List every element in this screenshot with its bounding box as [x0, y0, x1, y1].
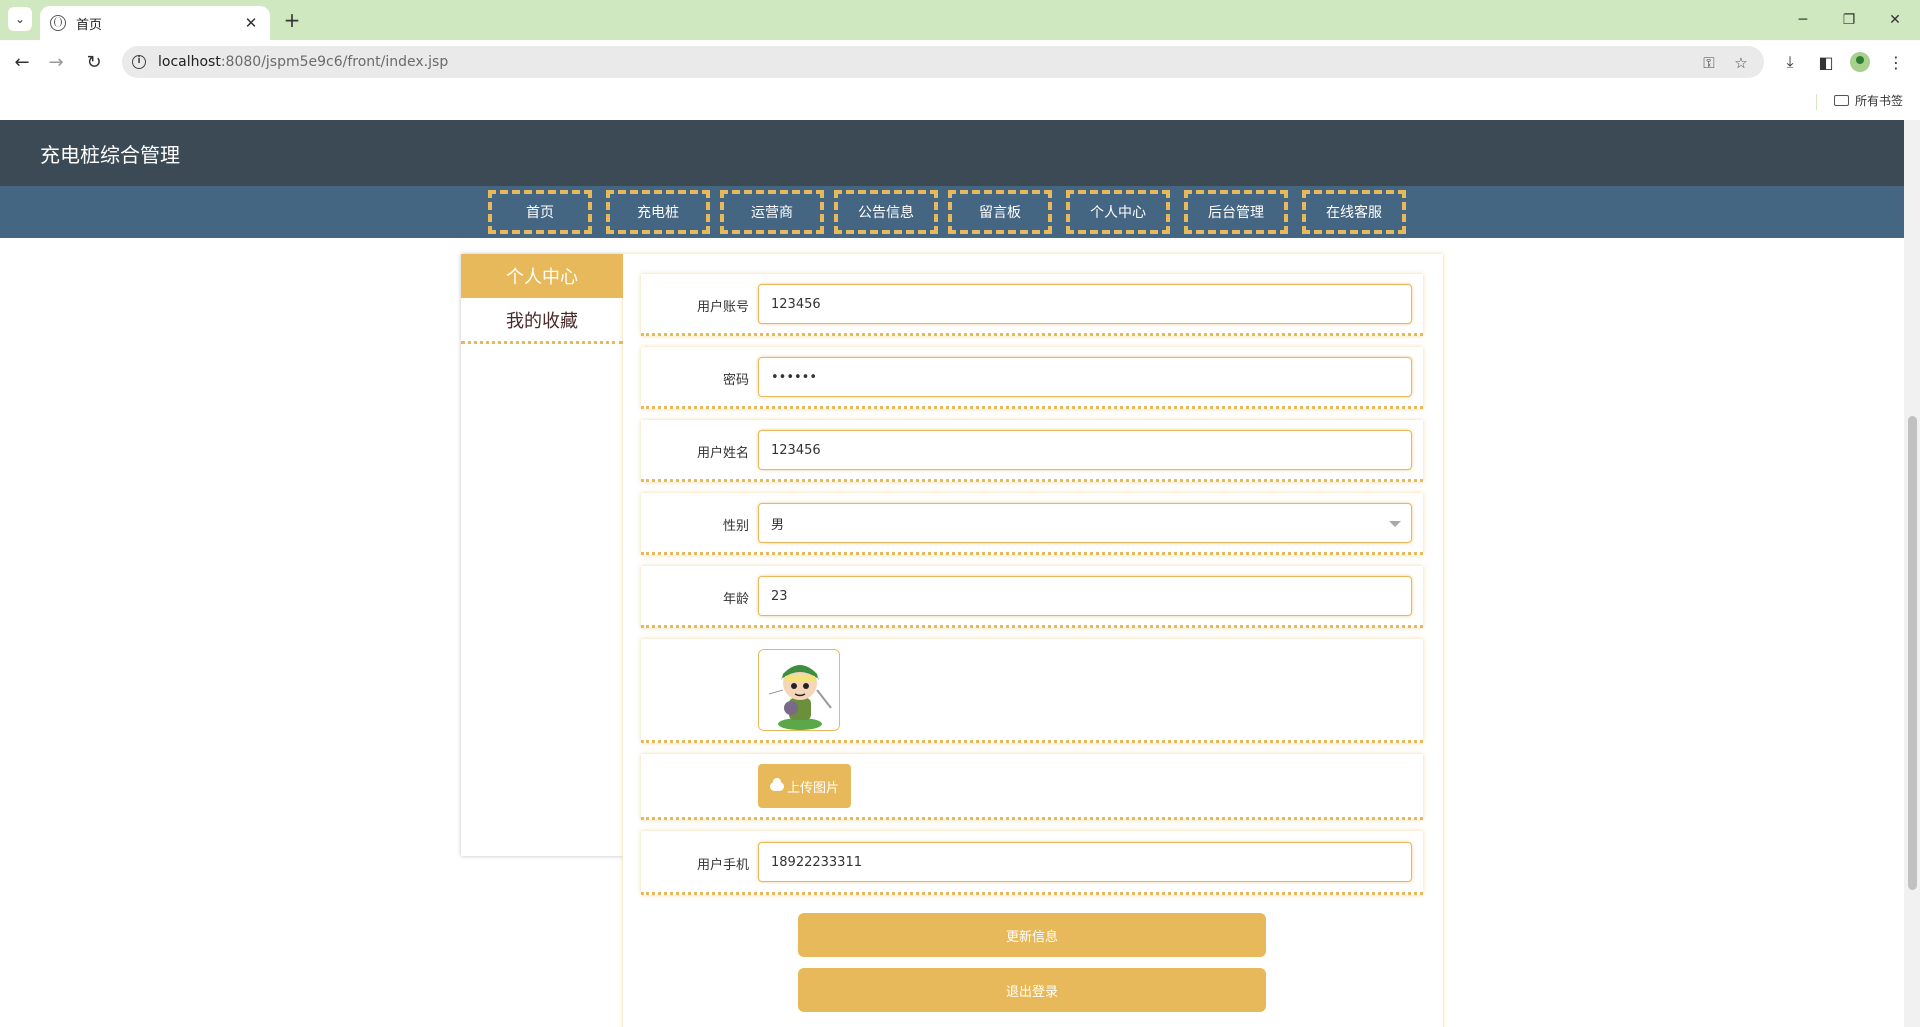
phone-input[interactable]: 18922233311: [758, 842, 1412, 882]
age-label: 年龄: [722, 592, 749, 607]
profile-icon[interactable]: [1848, 50, 1872, 74]
nav-admin[interactable]: 后台管理: [1184, 190, 1288, 234]
nav-operator[interactable]: 运营商: [720, 190, 824, 234]
nav-message-board[interactable]: 留言板: [948, 190, 1052, 234]
key-icon[interactable]: ⚿: [1698, 52, 1720, 74]
password-input[interactable]: ••••••: [758, 357, 1412, 397]
sidebar: 个人中心 我的收藏: [461, 254, 623, 856]
restore-icon[interactable]: ❐: [1826, 6, 1872, 34]
bookmarks-bar: 所有书签: [0, 84, 1920, 120]
upload-row: 上传图片: [641, 754, 1423, 820]
account-row: 用户账号 123456: [641, 274, 1423, 336]
avatar-row: [641, 639, 1423, 743]
scrollbar-thumb[interactable]: [1908, 416, 1917, 890]
back-icon[interactable]: ←: [8, 48, 36, 76]
upload-image-button[interactable]: 上传图片: [758, 764, 851, 808]
age-row: 年龄 23: [641, 566, 1423, 628]
site-header: 充电桩综合管理: [0, 120, 1904, 186]
name-label: 用户姓名: [696, 446, 749, 461]
nav-announcements[interactable]: 公告信息: [834, 190, 938, 234]
address-bar[interactable]: i localhost:8080/jspm5e9c6/front/index.j…: [122, 46, 1764, 78]
url-path: :8080/jspm5e9c6/front/index.jsp: [220, 54, 449, 70]
reload-icon[interactable]: ↻: [80, 48, 108, 76]
browser-toolbar: ← → ↻ i localhost:8080/jspm5e9c6/front/i…: [0, 40, 1920, 84]
sidebar-item-personal-center[interactable]: 个人中心: [461, 254, 623, 298]
forward-icon[interactable]: →: [42, 48, 70, 76]
download-icon[interactable]: ⤓: [1778, 50, 1802, 74]
upload-image-label: 上传图片: [786, 780, 839, 796]
tab-title: 首页: [76, 17, 103, 33]
gender-select[interactable]: 男: [758, 503, 1412, 543]
logout-button[interactable]: 退出登录: [798, 968, 1266, 1012]
browser-tab[interactable]: 首页 ✕: [40, 6, 270, 40]
nav-online-service[interactable]: 在线客服: [1302, 190, 1406, 234]
password-label: 密码: [722, 373, 749, 388]
update-info-button[interactable]: 更新信息: [798, 913, 1266, 957]
side-panel-icon[interactable]: ◧: [1814, 50, 1838, 74]
cloud-upload-icon: [769, 777, 784, 791]
star-icon[interactable]: ☆: [1730, 52, 1752, 74]
site-info-icon[interactable]: i: [132, 55, 146, 69]
page-viewport: 充电桩综合管理 首页 充电桩 运营商 公告信息 留言板 个人中心 后台管理 在线…: [0, 120, 1920, 1027]
site-title: 充电桩综合管理: [40, 142, 180, 167]
phone-label: 用户手机: [696, 858, 749, 873]
name-row: 用户姓名 123456: [641, 420, 1423, 482]
browser-tab-strip: ⌄ 首页 ✕ + ─ ❐ ✕: [0, 0, 1920, 40]
nav-charging-pile[interactable]: 充电桩: [606, 190, 710, 234]
all-bookmarks-label: 所有书签: [1855, 94, 1904, 108]
folder-icon: [1834, 95, 1849, 106]
phone-row: 用户手机 18922233311: [641, 831, 1423, 895]
new-tab-icon[interactable]: +: [280, 8, 304, 32]
bookmarks-separator: [1816, 94, 1817, 110]
all-bookmarks-button[interactable]: 所有书签: [1834, 92, 1903, 109]
profile-form-panel: 用户账号 123456 密码 •••••• 用户姓名 123456 性别 男 年…: [623, 254, 1443, 1027]
tab-search-icon[interactable]: ⌄: [8, 7, 32, 31]
account-label: 用户账号: [696, 300, 749, 315]
menu-icon[interactable]: ⋮: [1884, 50, 1908, 74]
close-tab-icon[interactable]: ✕: [242, 14, 260, 32]
gender-row: 性别 男: [641, 493, 1423, 555]
password-row: 密码 ••••••: [641, 347, 1423, 409]
url-host: localhost: [158, 54, 221, 70]
age-input[interactable]: 23: [758, 576, 1412, 616]
gender-label: 性别: [722, 519, 749, 534]
gender-value: 男: [771, 517, 785, 533]
account-input[interactable]: 123456: [758, 284, 1412, 324]
nav-home[interactable]: 首页: [488, 190, 592, 234]
close-window-icon[interactable]: ✕: [1872, 6, 1918, 34]
site-nav: 首页 充电桩 运营商 公告信息 留言板 个人中心 后台管理 在线客服: [0, 186, 1904, 238]
chevron-down-icon: [1389, 521, 1401, 527]
globe-icon: [50, 15, 66, 31]
page-scrollbar[interactable]: [1904, 120, 1920, 1027]
minimize-icon[interactable]: ─: [1780, 6, 1826, 34]
nav-personal-center[interactable]: 个人中心: [1066, 190, 1170, 234]
name-input[interactable]: 123456: [758, 430, 1412, 470]
avatar: [758, 649, 840, 731]
avatar-image: [759, 650, 839, 730]
sidebar-item-favorites[interactable]: 我的收藏: [461, 298, 623, 344]
